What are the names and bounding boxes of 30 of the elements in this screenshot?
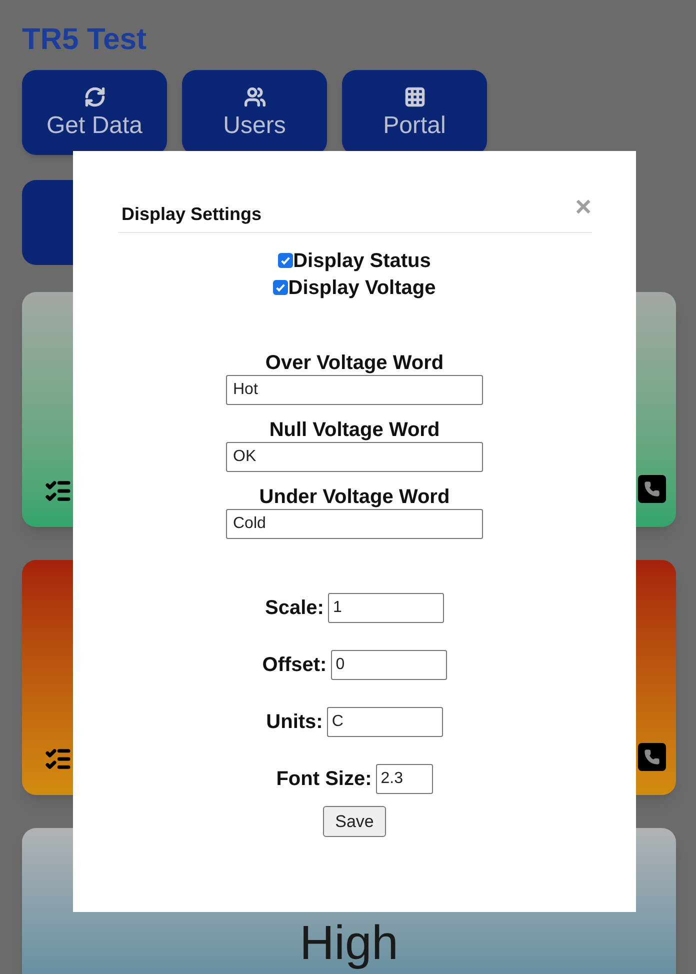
input-field[interactable]: OK: [226, 442, 483, 472]
checkbox[interactable]: [273, 280, 288, 295]
checkbox-label: Display Status: [293, 248, 431, 274]
phone-icon[interactable]: [638, 743, 666, 771]
checkbox[interactable]: [278, 253, 294, 268]
phone-icon[interactable]: [638, 475, 666, 503]
input-field[interactable]: 0: [330, 650, 447, 680]
card-reading: High: [300, 916, 398, 972]
page-title: TR5 Test: [22, 22, 146, 58]
setting-label: Font Size:: [276, 767, 372, 792]
setting-label: Scale:: [265, 596, 324, 621]
dialog-title: Display Settings: [122, 203, 262, 226]
input-field[interactable]: Cold: [226, 509, 483, 539]
checkmark-icon: [280, 255, 292, 266]
users-icon: [244, 86, 266, 108]
input-field[interactable]: Hot: [226, 375, 483, 405]
field-label: Under Voltage Word: [259, 485, 450, 509]
input-field[interactable]: 2.3: [376, 764, 433, 794]
setting-label: Offset:: [262, 653, 327, 678]
field-label: Over Voltage Word: [265, 351, 444, 375]
nav-button[interactable]: Get Data: [22, 70, 167, 155]
input-field[interactable]: 1: [328, 593, 444, 623]
save-button[interactable]: Save: [323, 806, 386, 837]
checkbox-label: Display Voltage: [288, 276, 436, 300]
grid-icon: [404, 86, 426, 108]
setting-label: Units:: [266, 710, 323, 735]
refresh-icon: [84, 86, 106, 108]
input-field[interactable]: C: [326, 707, 443, 737]
checkmark-icon: [275, 282, 286, 293]
field-label: Null Voltage Word: [269, 418, 440, 442]
